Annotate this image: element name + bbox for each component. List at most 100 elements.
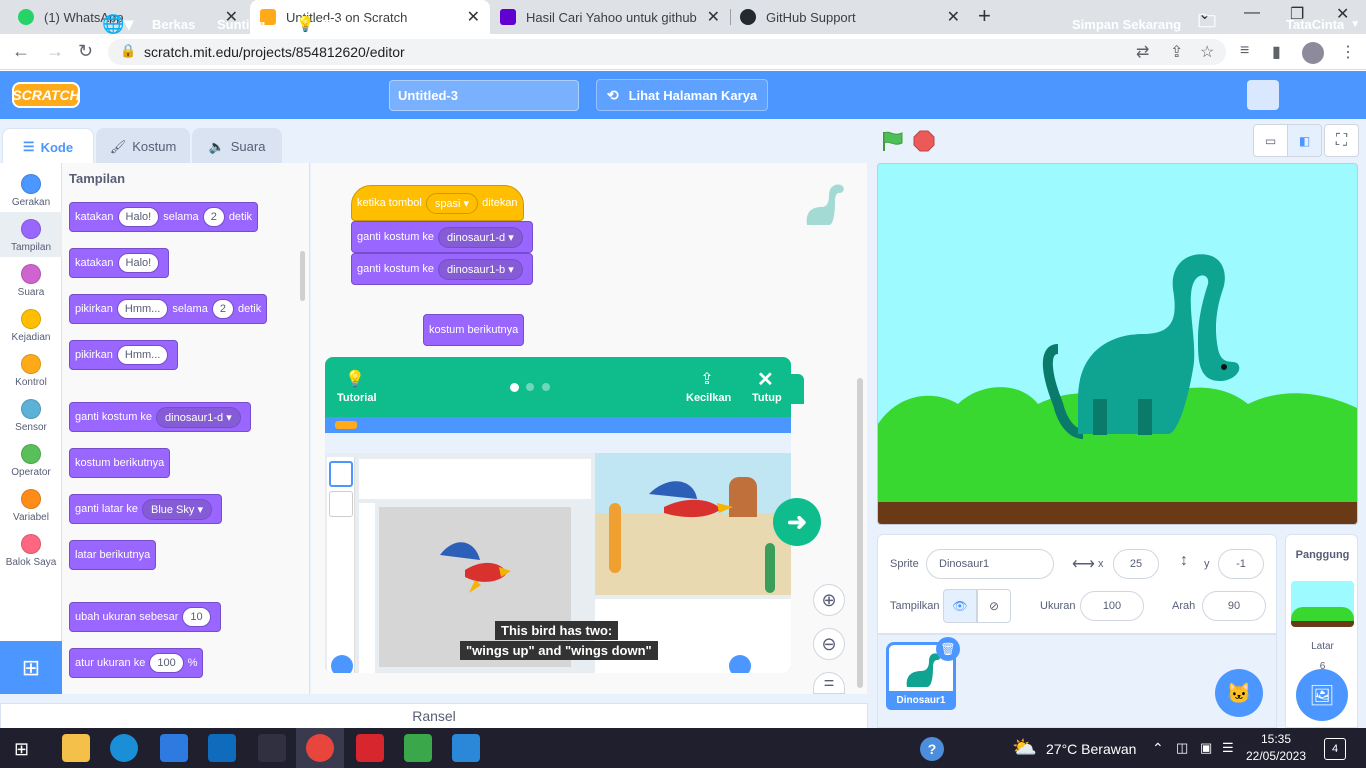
step-dot-active[interactable] — [510, 383, 519, 392]
block-switch-backdrop[interactable]: ganti latar ke Blue Sky ▾ — [69, 494, 222, 524]
size-input[interactable]: 100 — [1080, 591, 1144, 621]
tab-yahoo[interactable]: Hasil Cari Yahoo untuk github log ✕ — [490, 0, 730, 34]
tab-scratch[interactable]: Untitled-3 on Scratch ✕ — [250, 0, 490, 34]
mail-icon[interactable] — [208, 734, 236, 762]
direction-input[interactable]: 90 — [1202, 591, 1266, 621]
block-think[interactable]: pikirkan Hmm... — [69, 340, 179, 370]
hide-sprite-button[interactable]: ⊘ — [977, 589, 1011, 623]
reading-list-icon[interactable]: ≡ — [1240, 42, 1249, 60]
folder-icon[interactable]: 🗀 — [1198, 0, 1216, 48]
block-say[interactable]: katakan Halo! — [69, 248, 170, 278]
minimize-icon[interactable]: — — [1244, 4, 1260, 22]
block-set-size[interactable]: atur ukuran ke 100 % — [69, 648, 204, 678]
step-dot[interactable] — [526, 383, 534, 391]
block-next-costume[interactable]: kostum berikutnya — [423, 314, 525, 346]
wps-icon[interactable] — [356, 734, 384, 762]
tab-sound[interactable]: 🔈 Suara — [192, 128, 282, 164]
close-icon[interactable]: ✕ — [947, 7, 960, 27]
tray-chevron-up-icon[interactable]: ⌃ — [1152, 740, 1164, 757]
windows-start-icon[interactable]: ⊞ — [14, 739, 29, 760]
block-input[interactable]: Halo! — [117, 253, 160, 273]
add-sprite-button[interactable]: 🐱 — [1215, 669, 1263, 717]
stop-icon[interactable] — [913, 130, 935, 152]
backdrop-dropdown[interactable]: Blue Sky ▾ — [141, 498, 212, 520]
dinosaur-sprite[interactable] — [1038, 249, 1248, 439]
side-panel-icon[interactable]: ▮ — [1272, 42, 1281, 62]
category-sensing[interactable]: Sensor — [0, 392, 62, 437]
weather-cloud-icon[interactable]: ⛅ — [1012, 735, 1037, 760]
block-next-costume[interactable]: kostum berikutnya — [69, 448, 171, 478]
user-avatar[interactable] — [1247, 80, 1279, 110]
workspace-scrollbar[interactable] — [857, 378, 863, 688]
sprite-name-input[interactable]: Dinosaur1 — [926, 549, 1054, 579]
category-control[interactable]: Kontrol — [0, 347, 62, 392]
save-now-button[interactable]: Simpan Sekarang — [1072, 0, 1181, 48]
palette-scrollbar[interactable] — [300, 251, 305, 301]
close-icon[interactable]: ✕ — [707, 7, 720, 27]
chrome-icon[interactable] — [306, 734, 334, 762]
notification-center-icon[interactable]: 4 — [1324, 738, 1346, 760]
reload-icon[interactable]: ↻ — [78, 41, 93, 62]
shrink-icon[interactable]: ⇪ — [687, 369, 727, 389]
weather-text[interactable]: 27°C Berawan — [1046, 741, 1136, 757]
shrink-button[interactable]: Kecilkan — [686, 392, 731, 404]
costume-dropdown[interactable]: dinosaur1-b ▾ — [438, 258, 523, 280]
backdrop-thumbnail[interactable] — [1291, 581, 1354, 627]
key-dropdown[interactable]: spasi ▾ — [425, 192, 479, 214]
store-icon[interactable] — [160, 734, 188, 762]
stage-canvas[interactable] — [877, 163, 1358, 525]
tray-network-icon[interactable]: ☰ — [1222, 740, 1234, 756]
project-title-input[interactable]: Untitled-3 — [389, 80, 579, 111]
tutorial-card[interactable]: 💡 Tutorial ⇪ Kecilkan ✕ Tutup This bird … — [325, 357, 791, 673]
photos-icon[interactable] — [452, 734, 480, 762]
block-switch-costume[interactable]: ganti kostum ke dinosaur1-d ▾ — [351, 221, 533, 253]
x-input[interactable]: 25 — [1113, 549, 1159, 579]
see-project-button[interactable]: ⟲ Lihat Halaman Karya — [596, 79, 768, 111]
block-input[interactable]: 2 — [211, 299, 234, 319]
file-explorer-icon[interactable] — [62, 734, 90, 762]
category-variables[interactable]: Variabel — [0, 482, 62, 527]
block-change-size[interactable]: ubah ukuran sebesar 10 — [69, 602, 221, 632]
tutorial-next-button[interactable]: ➜ — [773, 498, 821, 546]
step-dot[interactable] — [542, 383, 550, 391]
tray-camera-icon[interactable]: ◫ — [1176, 740, 1188, 756]
block-switch-costume[interactable]: ganti kostum ke dinosaur1-b ▾ — [351, 253, 533, 285]
zoom-out-button[interactable]: ⊖ — [813, 628, 845, 660]
clock-date[interactable]: 22/05/2023 — [1244, 749, 1308, 763]
scratch-logo[interactable]: SCRATCH — [12, 82, 80, 108]
app-icon[interactable] — [404, 734, 432, 762]
block-input[interactable]: Hmm... — [116, 299, 169, 319]
category-looks[interactable]: Tampilan — [0, 212, 62, 257]
tab-code[interactable]: ☰ Kode — [2, 128, 94, 165]
tutorial-label[interactable]: Tutorial — [337, 392, 377, 404]
category-motion[interactable]: Gerakan — [0, 167, 62, 212]
block-think-for-secs[interactable]: pikirkan Hmm... selama 2 detik — [69, 294, 268, 324]
account-menu[interactable]: TataCinta ▼ — [1286, 0, 1360, 48]
large-stage-button[interactable]: ◧ — [1287, 124, 1322, 157]
back-icon[interactable]: ← — [12, 41, 30, 62]
category-events[interactable]: Kejadian — [0, 302, 62, 347]
tutorial-menu[interactable]: 💡 Tutorial — [296, 0, 369, 48]
block-input[interactable]: 10 — [182, 607, 211, 627]
block-switch-costume[interactable]: ganti kostum ke dinosaur1-d ▾ — [69, 402, 251, 432]
language-globe-icon[interactable]: 🌐▾ — [102, 0, 133, 48]
block-input[interactable]: Hmm... — [116, 345, 169, 365]
edit-menu[interactable]: Sunting — [217, 0, 265, 48]
costume-dropdown[interactable]: dinosaur1-d ▾ — [156, 406, 241, 428]
close-icon[interactable]: ✕ — [467, 7, 480, 27]
file-menu[interactable]: Berkas — [152, 0, 195, 48]
block-next-backdrop[interactable]: latar berikutnya — [69, 540, 157, 570]
category-sound[interactable]: Suara — [0, 257, 62, 302]
backpack-bar[interactable]: Ransel — [0, 703, 868, 729]
category-my-blocks[interactable]: Balok Saya — [0, 527, 62, 572]
zoom-in-button[interactable]: ⊕ — [813, 584, 845, 616]
block-when-key-pressed[interactable]: ketika tombol spasi ▾ ditekan — [351, 185, 524, 221]
forward-icon[interactable]: → — [46, 41, 64, 62]
app-icon[interactable] — [258, 734, 286, 762]
tab-github[interactable]: GitHub Support ✕ — [730, 0, 970, 34]
help-icon[interactable]: ? — [920, 737, 944, 761]
block-say-for-secs[interactable]: katakan Halo! selama 2 detik — [69, 202, 259, 232]
add-extension-button[interactable]: ⊞ — [0, 641, 62, 694]
edge-icon[interactable] — [110, 734, 138, 762]
close-icon[interactable]: ✕ — [757, 367, 774, 392]
